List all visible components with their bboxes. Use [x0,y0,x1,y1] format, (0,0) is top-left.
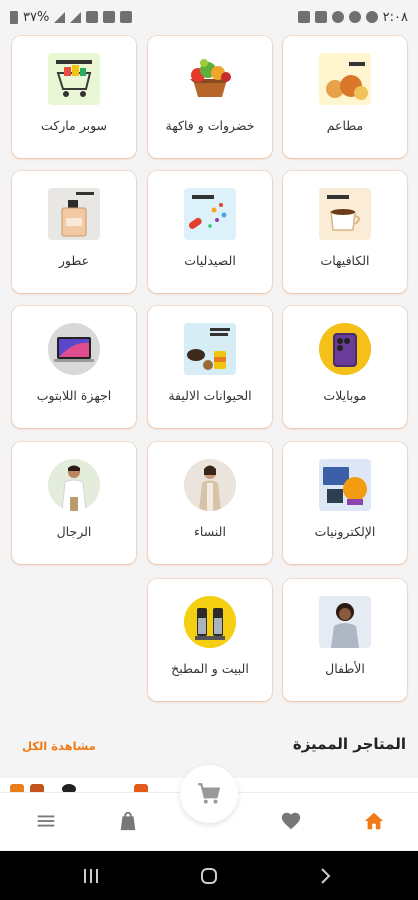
category-card-perfumes[interactable]: عطور [12,171,136,293]
laptop-thumb [48,323,100,375]
category-card-men[interactable]: الرجال [12,442,136,564]
messenger-icon [365,11,378,23]
category-label: اجهزة اللابتوب [36,388,112,403]
sim-icon [314,11,327,23]
category-label: الأطفال [325,661,365,676]
featured-stores-title: المتاجر المميزة [292,735,406,753]
category-label: البيت و المطبخ [171,661,249,676]
mute-icon [103,11,116,23]
bag-icon [120,811,136,831]
signal-icon [54,11,66,23]
category-label: موبايلات [323,388,367,403]
wifi-icon [86,11,99,23]
nav-favorites[interactable] [277,807,305,835]
cart-button[interactable] [180,765,238,823]
clock: ٢:٠٨ [382,9,408,25]
mobile-phone-thumb [319,323,371,375]
pharmacy-pills-thumb [184,188,236,240]
messenger-icon [331,11,344,23]
category-label: الصيدليات [184,253,236,268]
category-label: مطاعم [326,118,364,133]
restaurant-thumb [319,53,371,105]
category-label: الكافيهات [320,253,370,268]
perfume-bottle-thumb [48,188,100,240]
signal-icon [70,11,82,23]
home-icon [364,812,384,830]
category-label: الحيوانات الاليفة [168,388,252,403]
supermarket-cart-thumb [48,53,100,105]
men-fashion-thumb [48,459,100,511]
category-card-home-kitchen[interactable]: البيت و المطبخ [148,579,272,701]
cafe-cup-thumb [319,188,371,240]
status-left-group: ٣٧% [10,9,133,25]
pets-food-thumb [184,323,236,375]
nav-menu[interactable] [32,807,60,835]
nav-bag[interactable] [114,807,142,835]
category-card-cafes[interactable]: الكافيهات [283,171,407,293]
back-system-button[interactable] [312,863,338,889]
home-kitchen-thumb [184,596,236,648]
home-system-button[interactable] [196,863,222,889]
messenger-icon [348,11,361,23]
vegetables-basket-thumb [184,53,236,105]
category-card-electronics[interactable]: الإلكترونيات [283,442,407,564]
category-label: النساء [194,524,226,539]
battery-icon [10,10,18,24]
featured-stores-header: المتاجر المميزة مشاهدة الكل [0,733,418,759]
category-label: سوبر ماركت [40,118,108,133]
favorites-heart-icon [281,812,301,830]
category-label: الرجال [56,524,92,539]
status-right-group: ٢:٠٨ [297,9,408,25]
electronics-thumb [319,459,371,511]
category-card-mobiles[interactable]: موبايلات [283,306,407,428]
recent-apps-button[interactable] [78,863,104,889]
category-card-pets[interactable]: الحيوانات الاليفة [148,306,272,428]
category-card-women[interactable]: النساء [148,442,272,564]
category-card-vegetables[interactable]: خضروات و فاكهة [148,36,272,158]
category-label: عطور [58,253,90,268]
gallery-icon [297,11,310,23]
category-label: خضروات و فاكهة [165,118,255,133]
category-card-restaurants[interactable]: مطاعم [283,36,407,158]
kids-fashion-thumb [319,596,371,648]
cart-icon [198,783,221,804]
battery-level: ٣٧% [23,9,50,25]
system-navigation-bar [0,851,418,900]
nav-home[interactable] [360,807,388,835]
status-bar: ٣٧% ٢:٠٨ [0,0,418,34]
category-card-kids[interactable]: الأطفال [283,579,407,701]
alarm-icon [120,11,133,23]
category-card-pharmacies[interactable]: الصيدليات [148,171,272,293]
see-all-link[interactable]: مشاهدة الكل [22,739,96,753]
chevron-right-icon [321,868,331,884]
category-label: الإلكترونيات [314,524,376,539]
recent-apps-icon [84,869,98,883]
home-circle-icon [201,868,217,884]
category-card-laptops[interactable]: اجهزة اللابتوب [12,306,136,428]
menu-icon [37,815,55,827]
category-card-supermarket[interactable]: سوبر ماركت [12,36,136,158]
women-fashion-thumb [184,459,236,511]
